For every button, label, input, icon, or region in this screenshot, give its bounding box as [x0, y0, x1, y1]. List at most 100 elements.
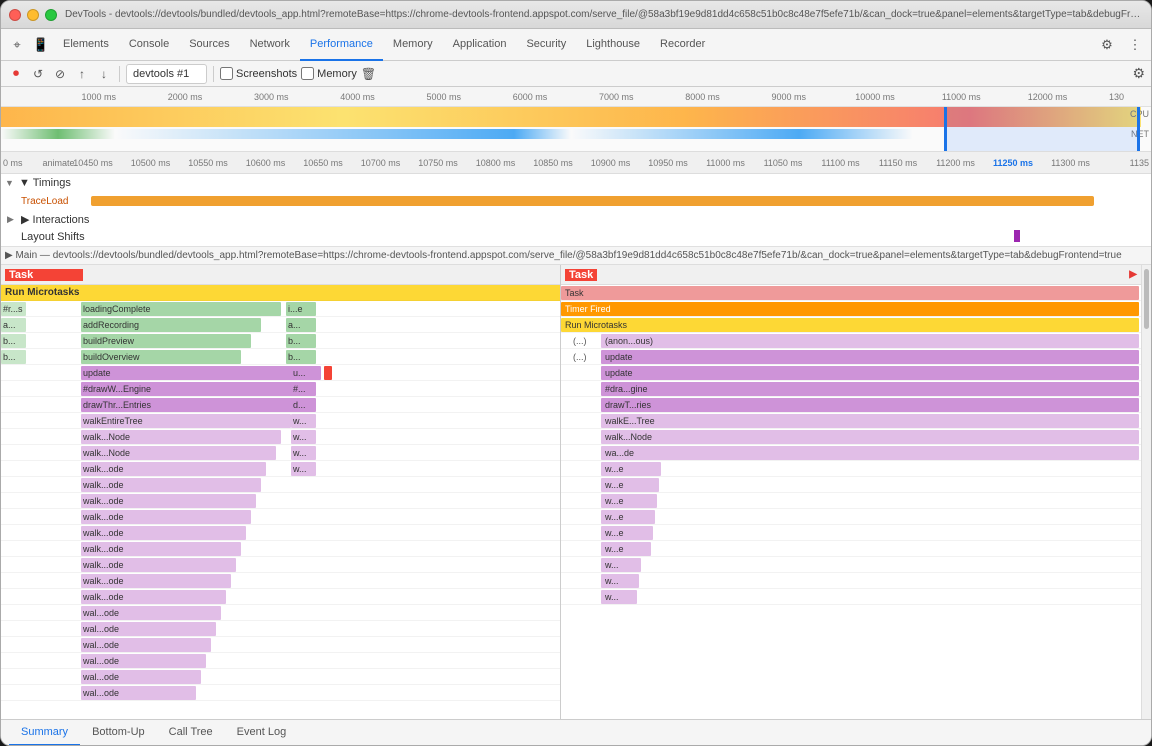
block-walk-node-1[interactable]: walk...Node — [81, 430, 281, 444]
right-wade-block[interactable]: wa...de — [601, 446, 1139, 460]
right-timer-fired-block[interactable]: Timer Fired — [561, 302, 1139, 316]
block-walode-4[interactable]: wal...ode — [81, 654, 206, 668]
right-dots-row-1[interactable]: (...) (anon...ous) — [561, 333, 1141, 349]
flame-block-row-walknode2[interactable]: walk...Node w... — [1, 445, 560, 461]
right-we-row-8[interactable]: w... — [561, 573, 1141, 589]
flame-left-rows[interactable]: Run Microtasks #r...s loadingComplete i.… — [1, 285, 560, 719]
block-walk-node-2[interactable]: walk...Node — [81, 446, 276, 460]
block-walkode-6[interactable]: walk...ode — [81, 542, 241, 556]
block-walkode-5[interactable]: walk...ode — [81, 526, 246, 540]
flame-row-walkode-5[interactable]: walk...ode — [1, 525, 560, 541]
run-microtasks-row[interactable]: Run Microtasks — [1, 285, 560, 301]
flame-block-row-update[interactable]: update u... — [1, 365, 560, 381]
flame-block-row-draww[interactable]: #drawW...Engine #... — [1, 381, 560, 397]
flame-block-row-walk-entire[interactable]: walkEntireTree w... — [1, 413, 560, 429]
flame-row-walode-6[interactable]: wal...ode — [1, 685, 560, 701]
timings-expand-icon[interactable]: ▼ — [5, 178, 19, 188]
right-we-row-3[interactable]: w...e — [561, 493, 1141, 509]
flame-row-walkode-7[interactable]: walk...ode — [1, 557, 560, 573]
flame-row-walkode-1[interactable]: walk...ode w... — [1, 461, 560, 477]
upload-button[interactable]: ↑ — [73, 65, 91, 83]
block-w5[interactable]: w... — [291, 462, 316, 476]
flame-row-walkode-3[interactable]: walk...ode — [1, 493, 560, 509]
scrollbar-thumb[interactable] — [1144, 269, 1149, 329]
right-we-block-9[interactable]: w... — [601, 590, 637, 604]
right-drawt-row[interactable]: drawT...ries — [561, 397, 1141, 413]
record-button[interactable]: ⏺ — [7, 65, 25, 83]
right-we-block-3[interactable]: w...e — [601, 494, 657, 508]
right-we-row-9[interactable]: w... — [561, 589, 1141, 605]
block-walkode-2[interactable]: walk...ode — [81, 478, 261, 492]
screenshots-checkbox[interactable] — [220, 67, 233, 80]
right-anon-block[interactable]: (anon...ous) — [601, 334, 1139, 348]
flame-row-walode-2[interactable]: wal...ode — [1, 621, 560, 637]
download-button[interactable]: ↓ — [95, 65, 113, 83]
memory-checkbox[interactable] — [301, 67, 314, 80]
tab-console[interactable]: Console — [119, 29, 179, 61]
close-button[interactable] — [9, 9, 21, 21]
memory-checkbox-label[interactable]: Memory — [301, 67, 357, 80]
flame-row-walkode-8[interactable]: walk...ode — [1, 573, 560, 589]
screenshots-checkbox-label[interactable]: Screenshots — [220, 67, 297, 80]
block-walkode-8[interactable]: walk...ode — [81, 574, 231, 588]
flame-block-row-drawthr[interactable]: drawThr...Entries d... — [1, 397, 560, 413]
minimize-button[interactable] — [27, 9, 39, 21]
block-walode-1[interactable]: wal...ode — [81, 606, 221, 620]
right-we-block-8[interactable]: w... — [601, 574, 639, 588]
block-walode-2[interactable]: wal...ode — [81, 622, 216, 636]
more-icon[interactable]: ⋮ — [1123, 33, 1147, 57]
tab-application[interactable]: Application — [443, 29, 517, 61]
block-draww-engine[interactable]: #drawW...Engine — [81, 382, 311, 396]
device-icon[interactable]: 📱 — [29, 33, 53, 57]
flame-block-row-2[interactable]: a... addRecording a... — [1, 317, 560, 333]
block-loading-complete[interactable]: loadingComplete — [81, 302, 281, 316]
block-b3[interactable]: b... — [1, 350, 26, 364]
right-draw-row[interactable]: #dra...gine — [561, 381, 1141, 397]
block-walkode-4[interactable]: walk...ode — [81, 510, 251, 524]
block-hash2[interactable]: #... — [291, 382, 316, 396]
block-i-e[interactable]: i...e — [286, 302, 316, 316]
block-update[interactable]: update — [81, 366, 321, 380]
flame-row-walkode-9[interactable]: walk...ode — [1, 589, 560, 605]
right-walke-row[interactable]: walkE...Tree — [561, 413, 1141, 429]
right-timer-fired-row[interactable]: Timer Fired — [561, 301, 1141, 317]
device-select[interactable]: devtools #1 — [126, 64, 207, 84]
right-we-row-4[interactable]: w...e — [561, 509, 1141, 525]
flame-block-row-1[interactable]: #r...s loadingComplete i...e — [1, 301, 560, 317]
tab-performance[interactable]: Performance — [300, 29, 383, 61]
flame-block-row-walknode[interactable]: walk...Node w... — [1, 429, 560, 445]
block-walkode-1[interactable]: walk...ode — [81, 462, 266, 476]
reload-record-button[interactable]: ↺ — [29, 65, 47, 83]
right-run-microtasks-block[interactable]: Run Microtasks — [561, 318, 1139, 332]
tab-security[interactable]: Security — [516, 29, 576, 61]
toolbar-settings-icon[interactable]: ⚙ — [1132, 65, 1145, 82]
block-walkode-7[interactable]: walk...ode — [81, 558, 236, 572]
block-rs[interactable]: #r...s — [1, 302, 26, 316]
block-draw-thr-entries[interactable]: drawThr...Entries — [81, 398, 301, 412]
block-walkode-3[interactable]: walk...ode — [81, 494, 256, 508]
block-walode-3[interactable]: wal...ode — [81, 638, 211, 652]
flame-row-walkode-6[interactable]: walk...ode — [1, 541, 560, 557]
flame-row-walkode-4[interactable]: walk...ode — [1, 509, 560, 525]
flame-row-walode-3[interactable]: wal...ode — [1, 637, 560, 653]
block-build-preview[interactable]: buildPreview — [81, 334, 251, 348]
right-scrollbar[interactable] — [1141, 265, 1151, 719]
tab-sources[interactable]: Sources — [179, 29, 239, 61]
flame-row-walkode-2[interactable]: walk...ode — [1, 477, 560, 493]
settings-icon[interactable]: ⚙ — [1095, 33, 1119, 57]
block-walode-5[interactable]: wal...ode — [81, 670, 201, 684]
overview-selection[interactable] — [944, 107, 1140, 152]
block-walode-6[interactable]: wal...ode — [81, 686, 196, 700]
right-task-block[interactable]: Task — [561, 286, 1139, 300]
block-w3[interactable]: w... — [291, 430, 316, 444]
right-update-block-2[interactable]: update — [601, 366, 1139, 380]
block-walk-entire-tree[interactable]: walkEntireTree — [81, 414, 291, 428]
right-walke-block[interactable]: walkE...Tree — [601, 414, 1139, 428]
clear-button[interactable]: ⊘ — [51, 65, 69, 83]
block-w2[interactable]: w... — [291, 414, 316, 428]
block-b4[interactable]: b... — [286, 350, 316, 364]
block-u2[interactable]: u... — [291, 366, 316, 380]
tab-elements[interactable]: Elements — [53, 29, 119, 61]
tab-event-log[interactable]: Event Log — [225, 720, 299, 746]
right-walkn-row[interactable]: walk...Node — [561, 429, 1141, 445]
